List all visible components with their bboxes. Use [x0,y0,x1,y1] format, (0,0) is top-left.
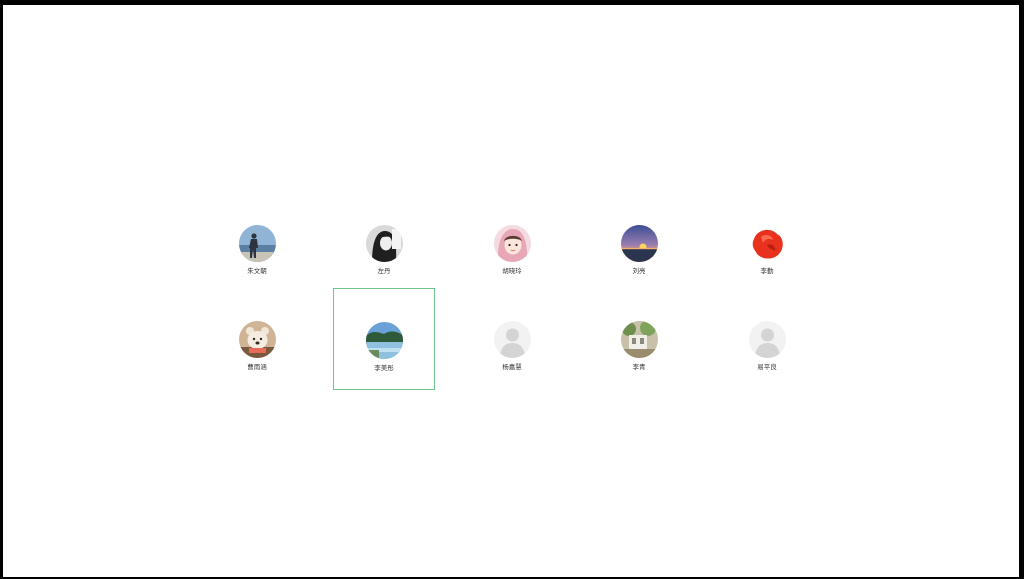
contact-name: 朱文朝 [247,267,267,275]
contact-item[interactable]: 胡晓玲 [461,192,563,294]
contact-name: 易平良 [757,363,777,371]
contact-item[interactable]: 曹雨涵 [206,288,308,390]
contact-name: 左丹 [377,267,391,275]
woman-bw-portrait-avatar [365,225,403,262]
contact-item[interactable]: 朱文朝 [206,192,308,294]
contact-item[interactable]: 李勤 [716,192,818,294]
girl-pink-hood-avatar [493,225,531,262]
contact-item-selected[interactable]: 李美彤 [333,288,435,390]
garden-avatar [620,321,658,358]
contact-name: 李美彤 [374,364,394,372]
contact-name: 胡晓玲 [502,267,522,275]
contact-item[interactable]: 杨嘉慧 [461,288,563,390]
contact-name: 李青 [632,363,646,371]
contact-item[interactable]: 李青 [588,288,690,390]
default-user-avatar [493,321,531,358]
contact-item[interactable]: 刘亮 [588,192,690,294]
contact-grid: 朱文朝 左丹 胡晓玲 刘亮 李勤 曹雨涵 李美彤 杨嘉慧 李青 易平良 [3,5,1019,577]
contact-name: 李勤 [760,267,774,275]
red-flower-avatar [748,225,786,262]
contact-item[interactable]: 易平良 [716,288,818,390]
contact-name: 杨嘉慧 [502,363,522,371]
default-user-avatar [748,321,786,358]
contact-item[interactable]: 左丹 [333,192,435,294]
contact-picker-screen: 朱文朝 左丹 胡晓玲 刘亮 李勤 曹雨涵 李美彤 杨嘉慧 李青 易平良 [3,5,1019,577]
contact-name: 刘亮 [632,267,646,275]
man-by-sea-avatar [238,225,276,262]
sunset-avatar [620,225,658,262]
lake-landscape-avatar [365,322,403,359]
teddy-bear-avatar [238,321,276,358]
contact-name: 曹雨涵 [247,363,267,371]
